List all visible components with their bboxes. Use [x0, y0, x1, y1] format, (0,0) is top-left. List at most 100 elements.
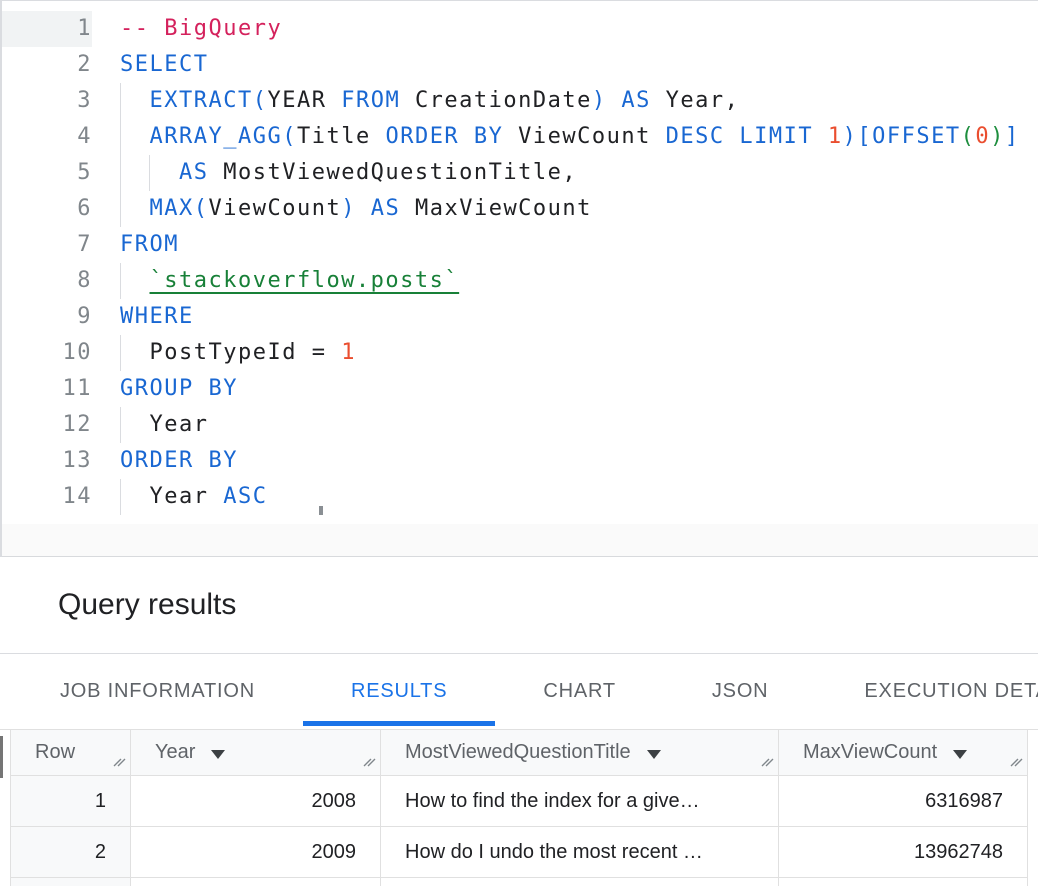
code-token: = — [297, 340, 341, 365]
code-token: Year — [150, 484, 209, 509]
code-token: SELECT — [120, 52, 208, 77]
code-token: PostTypeId — [150, 340, 297, 365]
code-token: -- BigQuery — [120, 16, 282, 41]
code-line[interactable]: 5 AS MostViewedQuestionTitle, — [2, 155, 1038, 191]
table-cell: 2008 — [131, 776, 381, 827]
code-line[interactable]: 10 PostTypeId = 1 — [2, 335, 1038, 371]
code-line[interactable]: 13 ORDER BY — [2, 443, 1038, 479]
code-token — [607, 88, 622, 113]
code-line[interactable]: 9 WHERE — [2, 299, 1038, 335]
code-token: MAX — [150, 196, 194, 221]
code-line-text: GROUP BY — [120, 371, 238, 407]
code-line-text: `stackoverflow.posts` — [120, 263, 459, 299]
column-header-label: MaxViewCount — [803, 741, 937, 764]
code-token: WHERE — [120, 304, 194, 329]
row-number-cell: 2 — [11, 827, 131, 878]
code-token: ViewCount — [518, 124, 651, 149]
sort-dropdown-icon[interactable] — [647, 750, 661, 759]
tab-label: JSON — [712, 680, 769, 703]
code-line-text: Year ASC — [120, 479, 267, 515]
table-cell: How to find the index for a give… — [381, 776, 779, 827]
code-token: AS — [621, 88, 651, 113]
tab-json[interactable]: JSON — [664, 654, 817, 729]
editor-scroll-indicator — [319, 506, 323, 515]
line-number: 5 — [2, 155, 92, 191]
code-token: GROUP BY — [120, 376, 238, 401]
line-number: 4 — [2, 119, 92, 155]
code-token — [651, 88, 666, 113]
tab-chart[interactable]: CHART — [495, 654, 664, 729]
code-token: [ — [857, 124, 872, 149]
code-token: ) — [592, 88, 607, 113]
code-token: Year — [150, 412, 209, 437]
code-line-text: PostTypeId = 1 — [120, 335, 356, 371]
code-line[interactable]: 2SELECT — [2, 47, 1038, 83]
code-line[interactable]: 3 EXTRACT(YEAR FROM CreationDate) AS Yea… — [2, 83, 1038, 119]
sort-dropdown-icon[interactable] — [953, 750, 967, 759]
line-number: 8 — [2, 263, 92, 299]
column-header-mostviewedquestiontitle: MostViewedQuestionTitle — [381, 730, 779, 776]
code-token: LIMIT — [739, 124, 813, 149]
column-header-label: Row — [35, 741, 75, 764]
column-resize-handle-icon[interactable] — [758, 750, 775, 773]
code-line[interactable]: 6 MAX(ViewCount) AS MaxViewCount — [2, 191, 1038, 227]
code-token: AS — [371, 196, 401, 221]
sort-dropdown-icon[interactable] — [211, 750, 225, 759]
results-table: Row YearMostViewedQuestionTitle MaxViewCou… — [10, 730, 1027, 886]
code-line-text: ORDER BY — [120, 443, 238, 479]
code-line[interactable]: 1 -- BigQuery — [2, 11, 1038, 47]
code-line[interactable]: 14 Year ASC — [2, 479, 1038, 515]
code-line[interactable]: 7FROM — [2, 227, 1038, 263]
line-number: 13 — [2, 443, 92, 479]
table-reference-link[interactable]: `stackoverflow.posts` — [150, 268, 460, 293]
code-token — [813, 124, 828, 149]
line-number: 1 — [2, 11, 92, 47]
code-token: ARRAY_AGG — [150, 124, 283, 149]
code-line-text: MAX(ViewCount) AS MaxViewCount — [120, 191, 592, 227]
line-number: 9 — [2, 299, 92, 335]
code-line-text: SELECT — [120, 47, 208, 83]
code-token — [326, 88, 341, 113]
tab-results[interactable]: RESULTS — [303, 654, 495, 729]
column-header-year: Year — [131, 730, 381, 776]
code-token — [400, 88, 415, 113]
code-token — [725, 124, 740, 149]
code-token: ) — [990, 124, 1005, 149]
indent-guide-line — [120, 155, 121, 191]
scrollbar-thumb[interactable] — [0, 736, 3, 778]
table-cell-partial — [11, 878, 131, 886]
table-cell: 2009 — [131, 827, 381, 878]
line-number: 6 — [2, 191, 92, 227]
code-line[interactable]: 12 Year — [2, 407, 1038, 443]
code-line[interactable]: 4 ARRAY_AGG(Title ORDER BY ViewCount DES… — [2, 119, 1038, 155]
code-token: OFFSET — [872, 124, 960, 149]
table-cell: 6316987 — [779, 776, 1028, 827]
code-line-text: AS MostViewedQuestionTitle, — [120, 155, 577, 191]
column-resize-handle-icon[interactable] — [1007, 750, 1024, 773]
code-line-text: EXTRACT(YEAR FROM CreationDate) AS Year, — [120, 83, 739, 119]
code-token: MaxViewCount — [415, 196, 592, 221]
column-resize-handle-icon[interactable] — [360, 750, 377, 773]
column-resize-handle-icon[interactable] — [110, 750, 127, 773]
code-token — [400, 196, 415, 221]
indent-guide-line — [120, 119, 121, 155]
indent-guide-line — [120, 335, 121, 371]
code-editor[interactable]: 1 -- BigQuery 2SELECT3 EXTRACT(YEAR FROM C… — [2, 11, 1038, 515]
results-table-wrap: Row YearMostViewedQuestionTitle MaxViewCou… — [0, 730, 1038, 886]
line-number: 10 — [2, 335, 92, 371]
tab-execution-details[interactable]: EXECUTION DETAILS — [816, 654, 1038, 729]
table-cell-partial — [779, 878, 1028, 886]
code-token: DESC — [666, 124, 725, 149]
code-token: ( — [194, 196, 209, 221]
tab-label: CHART — [543, 680, 616, 703]
code-line[interactable]: 11GROUP BY — [2, 371, 1038, 407]
column-header-row: Row — [11, 730, 131, 776]
code-token — [120, 124, 150, 149]
code-token — [120, 88, 150, 113]
code-line[interactable]: 8 `stackoverflow.posts` — [2, 263, 1038, 299]
tab-job-information[interactable]: JOB INFORMATION — [12, 654, 303, 729]
sql-editor-pane[interactable]: 1 -- BigQuery 2SELECT3 EXTRACT(YEAR FROM C… — [0, 0, 1038, 557]
code-token: 1 — [341, 340, 356, 365]
code-token: ORDER BY — [385, 124, 503, 149]
code-token: ] — [1005, 124, 1020, 149]
